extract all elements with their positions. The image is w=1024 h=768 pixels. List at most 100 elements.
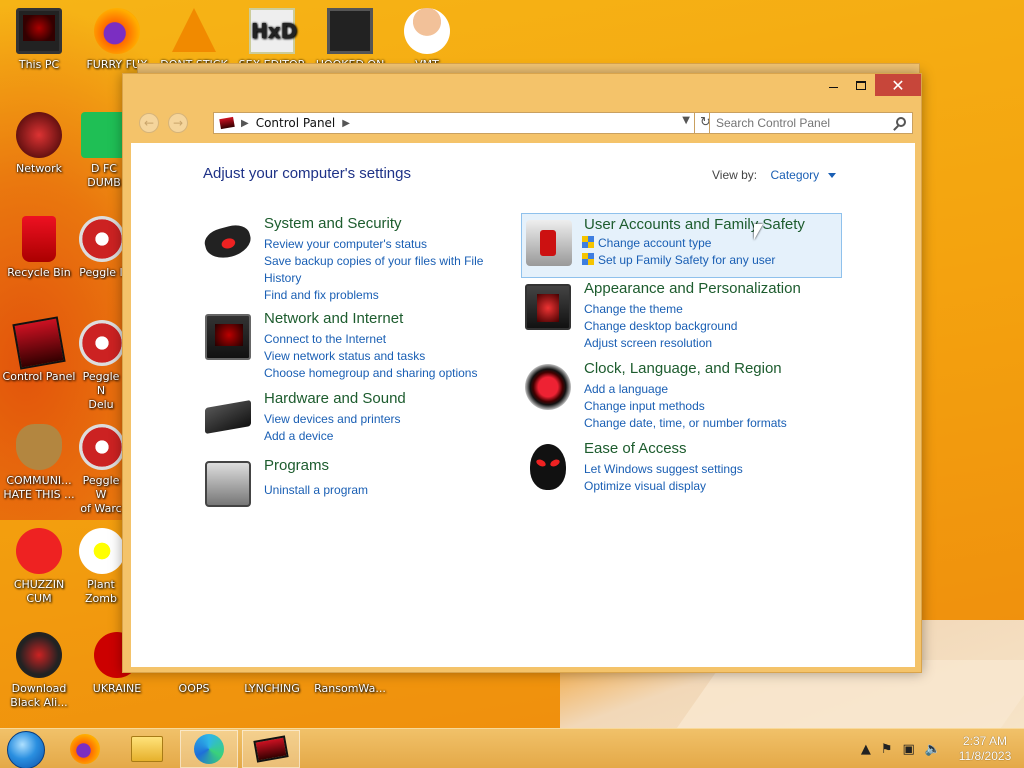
desktop-icon-communi[interactable]: COMMUNI... HATE THIS ...: [1, 424, 77, 502]
search-box[interactable]: [709, 112, 913, 134]
link-add-language[interactable]: Add a language: [584, 381, 824, 398]
view-by-label: View by:: [712, 168, 758, 182]
desktop-icon-plants-zombies[interactable]: Plant Zomb: [79, 528, 123, 606]
link-desktop-background[interactable]: Change desktop background: [584, 318, 824, 335]
category-title[interactable]: Programs: [264, 457, 329, 474]
desktop-icon-peggle-nights[interactable]: Peggle N Delu: [79, 320, 123, 412]
network-monitor-icon[interactable]: [205, 314, 251, 360]
taskbar-firefox[interactable]: [56, 730, 114, 768]
desktop-icon-network[interactable]: Network: [1, 112, 77, 176]
desktop-icon-label: Peggle I: [79, 266, 123, 279]
category-clock-language: Clock, Language, and Region Add a langua…: [525, 360, 825, 430]
desktop-icon-label: This PC: [18, 58, 60, 71]
appearance-icon[interactable]: [525, 284, 571, 330]
link-network-status[interactable]: View network status and tasks: [264, 348, 504, 365]
caret-down-icon[interactable]: [827, 173, 836, 179]
page-title: Adjust your computer's settings: [203, 165, 411, 182]
volume-icon[interactable]: 🔈: [925, 742, 941, 757]
view-by-dropdown[interactable]: Category: [770, 168, 819, 182]
clock[interactable]: 2:37 AM 11/8/2023: [946, 734, 1024, 764]
link-optimize-display[interactable]: Optimize visual display: [584, 478, 824, 495]
security-icon[interactable]: [201, 221, 255, 263]
link-uninstall-program[interactable]: Uninstall a program: [264, 482, 504, 499]
search-input[interactable]: [710, 116, 886, 130]
category-title[interactable]: Network and Internet: [264, 310, 403, 327]
chuzzle-icon: [16, 528, 62, 574]
network-status-icon[interactable]: ▣: [903, 742, 915, 757]
category-title[interactable]: Appearance and Personalization: [584, 280, 801, 297]
flag-icon[interactable]: ⚑: [881, 742, 893, 757]
arrow-right-icon: →: [172, 116, 184, 130]
desktop-icon-label: OOPS: [178, 682, 210, 695]
link-change-theme[interactable]: Change the theme: [584, 301, 824, 318]
back-button[interactable]: ←: [139, 113, 159, 133]
globe-icon[interactable]: [525, 364, 571, 410]
link-homegroup[interactable]: Choose homegroup and sharing options: [264, 365, 504, 382]
desktop-icon-control-panel[interactable]: Control Panel: [1, 316, 77, 384]
taskbar-edge[interactable]: [180, 730, 238, 768]
network-icon: [16, 112, 62, 158]
hex-editor-icon: HxD: [249, 8, 297, 54]
link-date-time-formats[interactable]: Change date, time, or number formats: [584, 415, 824, 432]
programs-icon[interactable]: [205, 461, 251, 507]
taskbar-control-panel[interactable]: [242, 730, 300, 768]
view-by-control: View by: Category: [712, 168, 836, 182]
desktop-icon-chuzzin[interactable]: CHUZZIN CUM: [1, 528, 77, 606]
show-hidden-icons-icon[interactable]: ▲: [861, 742, 871, 757]
doctor-icon: [404, 8, 450, 54]
maximize-icon: [856, 80, 866, 90]
desktop-icon-peggle-world[interactable]: Peggle W of Warc: [79, 424, 123, 516]
category-title[interactable]: System and Security: [264, 215, 402, 232]
search-icon[interactable]: [896, 117, 906, 127]
address-bar[interactable]: ▶ Control Panel ▶ ▼: [213, 112, 695, 134]
close-button[interactable]: ✕: [875, 74, 921, 96]
forward-button[interactable]: →: [168, 113, 188, 133]
breadcrumb-control-panel[interactable]: Control Panel: [256, 116, 336, 130]
link-devices-printers[interactable]: View devices and printers: [264, 411, 504, 428]
link-review-status[interactable]: Review your computer's status: [264, 236, 504, 253]
category-user-accounts: User Accounts and Family Safety Change a…: [521, 213, 842, 278]
hardware-icon[interactable]: [205, 399, 251, 435]
link-input-methods[interactable]: Change input methods: [584, 398, 824, 415]
desktop-icon-this-pc[interactable]: This PC: [1, 8, 77, 72]
desktop-icon-label: Peggle W of Warc: [80, 474, 122, 515]
firefox-icon: [70, 734, 100, 764]
category-title[interactable]: User Accounts and Family Safety: [584, 216, 805, 233]
user-accounts-icon[interactable]: [526, 220, 572, 266]
start-button[interactable]: [7, 731, 45, 768]
category-system-security: System and Security Review your computer…: [201, 215, 505, 305]
chevron-down-icon[interactable]: ▼: [682, 115, 690, 126]
alien-head-icon[interactable]: [530, 444, 566, 490]
desktop-icon-label: UKRAINE: [92, 682, 142, 695]
link-change-account-type[interactable]: Change account type: [582, 235, 822, 252]
link-file-history[interactable]: Save backup copies of your files with Fi…: [264, 253, 504, 287]
desktop-icon-download-black[interactable]: Download Black Ali...: [1, 632, 77, 710]
category-title[interactable]: Hardware and Sound: [264, 390, 406, 407]
category-title[interactable]: Ease of Access: [584, 440, 687, 457]
minimize-button[interactable]: [819, 74, 847, 96]
desktop-icon-recycle-bin[interactable]: Recycle Bin: [1, 216, 77, 280]
link-connect-internet[interactable]: Connect to the Internet: [264, 331, 504, 348]
breadcrumb-separator-icon[interactable]: ▶: [241, 118, 249, 129]
link-family-safety[interactable]: Set up Family Safety for any user: [582, 252, 822, 269]
control-panel-icon: [219, 116, 235, 130]
flower-icon: [79, 528, 123, 574]
firefox-icon: [94, 8, 140, 54]
navigation-bar: ← → ▶ Control Panel ▶ ▼ ↻: [131, 112, 913, 134]
link-find-fix-problems[interactable]: Find and fix problems: [264, 287, 504, 304]
peggle-icon: [79, 216, 123, 262]
maximize-button[interactable]: [847, 74, 875, 96]
category-title[interactable]: Clock, Language, and Region: [584, 360, 782, 377]
maze-icon: [327, 8, 373, 54]
link-suggest-settings[interactable]: Let Windows suggest settings: [584, 461, 824, 478]
taskbar-file-explorer[interactable]: [118, 730, 176, 768]
desktop-icon-label: RansomWa...: [314, 682, 386, 695]
desktop-icon-peggle[interactable]: Peggle I: [79, 216, 123, 280]
breadcrumb-separator-icon[interactable]: ▶: [342, 118, 350, 129]
vlc-icon: [171, 8, 217, 54]
link-add-device[interactable]: Add a device: [264, 428, 504, 445]
link-screen-resolution[interactable]: Adjust screen resolution: [584, 335, 824, 352]
desktop-icon-label: Control Panel: [2, 370, 76, 383]
category-hardware-sound: Hardware and Sound View devices and prin…: [205, 390, 505, 445]
desktop-icon-label: Download Black Ali...: [10, 682, 68, 709]
